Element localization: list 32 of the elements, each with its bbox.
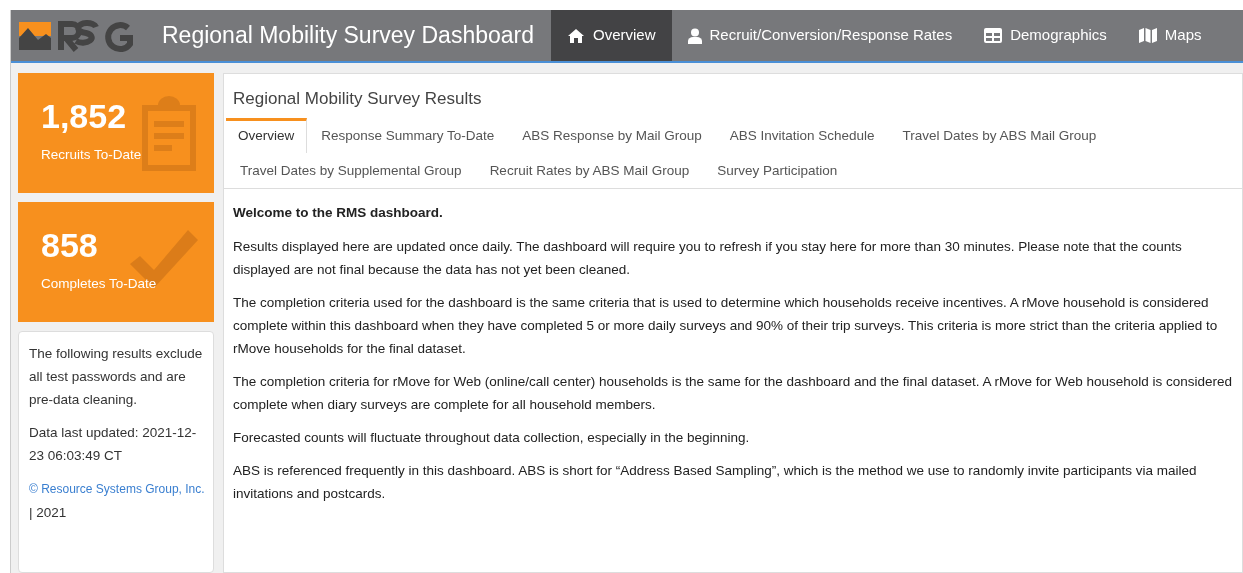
tab[interactable]: ABS Invitation Schedule [715,117,889,153]
tab[interactable]: Overview [226,117,308,153]
company-link[interactable]: © Resource Systems Group, Inc. [29,482,205,496]
paragraph: The completion criteria used for the dashboard is the same criteria that is used to determine which households receive incentives. A rMove household is considered complete within this dashboard when they have completed 5 or more daily surveys and 90% of their trip surveys. This criteria is more strict than the criteria applied to rMove households for the final dataset. [233,293,1219,358]
paragraph: Results displayed here are updated once daily. The dashboard will require you to refresh if you stay here for more than 30 minutes. Please note that the counts displayed are not final because the data has not yet been cleaned. [233,237,1183,279]
note-text: The following results exclude all test passwords and are pre-data cleaning. [29,345,203,409]
user-icon [687,27,702,44]
map-icon [1138,28,1157,43]
tab[interactable]: ABS Response by Mail Group [508,117,716,153]
home-icon [567,27,585,44]
nav-tab[interactable]: Recruit/Conversion/Response Rates [671,10,969,61]
tab[interactable]: Response Summary To-Date [307,117,509,153]
paragraph: ABS is referenced frequently in this dashboard. ABS is short for “Address Based Sampling”, which is the method we use to randomly invite participants via mailed invitations and postcards. [233,461,1198,503]
tab[interactable]: Travel Dates by Supplemental Group [226,152,476,188]
tab[interactable]: Survey Participation [703,152,852,188]
nav-tab[interactable]: Maps [1122,10,1218,61]
year-text: | 2021 [29,505,67,520]
stat-label: Completes To-Date [41,275,157,293]
stat-value: 858 [41,225,98,266]
updated-text: Data last updated: 2021-12-23 06:03:49 CT [29,424,198,465]
tab[interactable]: Recruit Rates by ABS Mail Group [475,152,704,188]
paragraph: The completion criteria for rMove for Web (online/call center) households is the same for the dashboard and the final dataset. A rMove for Web household is considered complete when diary surveys are complete for all household members. [233,372,1233,414]
tab[interactable]: Travel Dates by ABS Mail Group [888,117,1111,153]
table-icon [984,28,1003,43]
nav-tab[interactable]: Demographics [968,10,1123,61]
stat-value: 1,852 [41,96,127,137]
panel-title: Regional Mobility Survey Results [232,88,483,110]
nav-tab[interactable]: Overview [551,10,672,61]
paragraph: Forecasted counts will fluctuate throughout data collection, especially in the beginning. [233,428,751,447]
app-title: Regional Mobility Survey Dashboard [162,21,535,51]
welcome-heading: Welcome to the RMS dashboard. [233,203,444,222]
stat-label: Recruits To-Date [41,146,142,164]
